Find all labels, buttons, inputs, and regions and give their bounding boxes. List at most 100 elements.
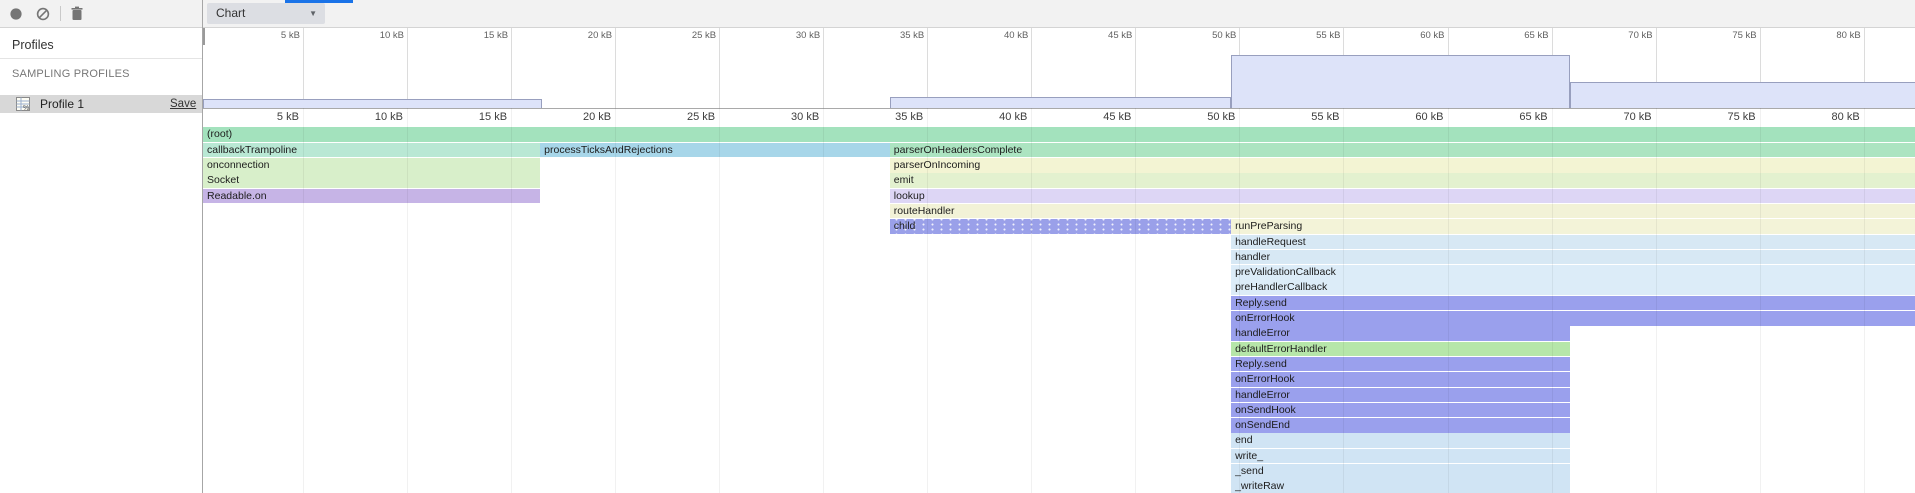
ruler-tick-label: 15 kB [448,30,508,41]
flame-frame[interactable]: onSendHook [1231,403,1570,418]
profiler-window: Chart ▼ Profiles SAMPLING PROFILES % Pro… [0,0,1915,493]
ruler-tick-label: 60 kB [1385,30,1445,41]
gridline [719,108,720,493]
circle-slash-icon [36,7,50,21]
flame-frame[interactable]: Reply.send [1231,357,1570,372]
gridline [615,28,616,108]
gridline [1552,108,1553,493]
flame-frame[interactable]: parserOnHeadersComplete [890,143,1915,158]
gridline [511,108,512,493]
ruler-tick-label: 5 kB [235,111,299,123]
flame-frame[interactable]: Reply.send [1231,296,1915,311]
ruler-tick-label: 45 kB [1072,30,1132,41]
gridline [615,108,616,493]
ruler-tick-label: 65 kB [1489,30,1549,41]
chevron-down-icon: ▼ [309,3,317,24]
sampling-profiles-section-label: SAMPLING PROFILES [12,68,130,80]
ruler-tick-label: 55 kB [1275,111,1339,123]
flame-frame[interactable]: handleRequest [1231,235,1915,250]
gridline [1239,108,1240,493]
sidebar-divider [0,58,202,59]
flame-frame[interactable]: preHandlerCallback [1231,280,1915,295]
flame-frame[interactable]: parserOnIncoming [890,158,1915,173]
overview-usage-segment [890,97,1231,108]
flame-frame[interactable]: defaultErrorHandler [1231,342,1570,357]
sidebar-item-profile-1[interactable]: % Profile 1 Save [0,95,202,113]
ruler-tick-label: 70 kB [1593,30,1653,41]
gridline [927,108,928,493]
profile-table-icon: % [16,97,30,111]
ruler-tick-label: 35 kB [859,111,923,123]
ruler-tick-label: 60 kB [1380,111,1444,123]
profile-name: Profile 1 [40,95,84,113]
record-button[interactable] [9,7,23,21]
flame-frame[interactable]: end [1231,433,1570,448]
flame-frame[interactable]: child [890,219,1231,234]
ruler-tick-label: 55 kB [1280,30,1340,41]
flame-frame[interactable]: onErrorHook [1231,311,1915,326]
overview-usage-segment [203,99,542,108]
flame-frame[interactable]: handleError [1231,388,1570,403]
gridline [927,28,928,108]
ruler-tick-label: 75 kB [1692,111,1756,123]
gridline [1031,28,1032,108]
ruler-tick-label: 50 kB [1176,30,1236,41]
ruler-tick-label: 50 kB [1171,111,1235,123]
sidebar-border [202,0,203,493]
gridline [303,28,304,108]
gridline [1448,108,1449,493]
gridline [407,108,408,493]
flame-frame[interactable]: handler [1231,250,1915,265]
ruler-tick-label: 80 kB [1801,30,1861,41]
overview-usage-segment [1570,82,1915,108]
active-tab-indicator [285,0,353,3]
flame-frame[interactable]: (root) [203,127,1915,142]
gridline [511,28,512,108]
flame-frame[interactable]: routeHandler [890,204,1915,219]
flame-frame[interactable]: write_ [1231,449,1570,464]
record-circle-icon [9,7,23,21]
ruler-tick-label: 20 kB [552,30,612,41]
chart-view-select[interactable]: Chart ▼ [207,3,325,24]
gridline [823,108,824,493]
flame-frame[interactable]: onSendEnd [1231,418,1570,433]
toolbar: Chart ▼ [0,0,1915,28]
gridline [407,28,408,108]
ruler-tick-label: 45 kB [1067,111,1131,123]
gridline [1760,108,1761,493]
flame-frame[interactable]: onErrorHook [1231,372,1570,387]
ruler-tick-label: 75 kB [1697,30,1757,41]
gridline [1343,108,1344,493]
flame-frame[interactable]: _writeRaw [1231,479,1570,493]
flame-frame[interactable]: runPreParsing [1231,219,1915,234]
ruler-tick-label: 70 kB [1588,111,1652,123]
trash-icon [70,6,84,21]
flame-frame[interactable]: Readable.on [203,189,540,204]
sidebar: Profiles SAMPLING PROFILES % Profile 1 S… [0,28,202,493]
flame-frame[interactable]: lookup [890,189,1915,204]
ruler-tick-label: 35 kB [864,30,924,41]
ruler-tick-label: 15 kB [443,111,507,123]
clear-button[interactable] [36,7,50,21]
ruler-tick-label: 80 kB [1796,111,1860,123]
flame-frame[interactable]: Socket [203,173,540,188]
gridline [1135,28,1136,108]
ruler-tick-label: 20 kB [547,111,611,123]
flame-frame[interactable]: emit [890,173,1915,188]
flame-frame[interactable]: processTicksAndRejections [540,143,890,158]
gridline [719,28,720,108]
flame-frame[interactable]: _send [1231,464,1570,479]
flame-frame[interactable]: preValidationCallback [1231,265,1915,280]
delete-button[interactable] [70,6,84,20]
overview-baseline [203,108,1915,109]
ruler-tick-label: 40 kB [963,111,1027,123]
gridline [1864,108,1865,493]
ruler-tick-label: 25 kB [651,111,715,123]
gridline [1135,108,1136,493]
flame-frame[interactable]: onconnection [203,158,540,173]
flame-frame[interactable]: callbackTrampoline [203,143,540,158]
save-link[interactable]: Save [170,95,196,113]
ruler-tick-label: 30 kB [760,30,820,41]
gridline [303,108,304,493]
flame-frame[interactable]: handleError [1231,326,1570,341]
